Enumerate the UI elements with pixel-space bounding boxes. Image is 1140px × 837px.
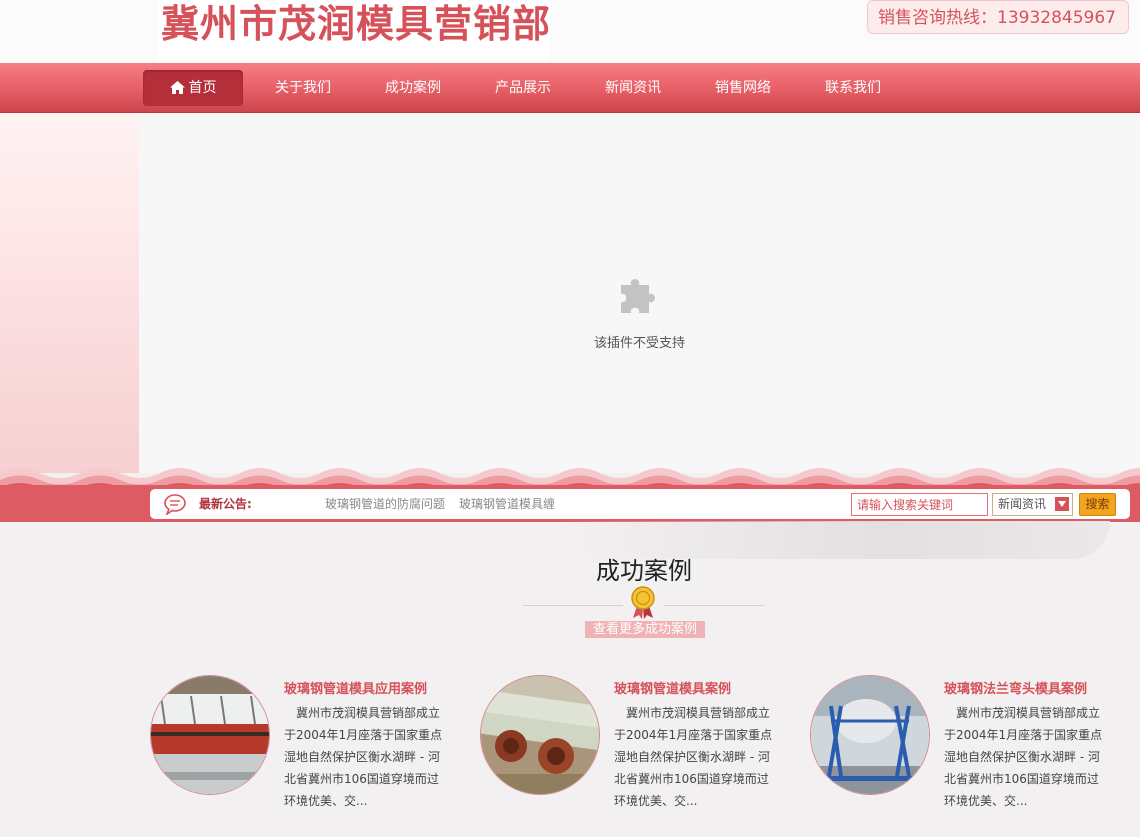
case-title[interactable]: 玻璃钢法兰弯头模具案例: [944, 678, 1087, 697]
divider: [523, 605, 623, 606]
case-description: 冀州市茂润模具营销部成立于2004年1月座落于国家重点湿地自然保护区衡水湖畔 -…: [614, 706, 773, 808]
home-icon: [169, 81, 185, 94]
case-title[interactable]: 玻璃钢管道模具案例: [614, 678, 731, 697]
case-image[interactable]: [810, 675, 930, 795]
nav-item-home[interactable]: 首页: [143, 70, 243, 106]
puzzle-piece-icon: [621, 279, 655, 313]
chevron-down-icon: [1055, 497, 1069, 511]
banner-left-decoration: [0, 113, 139, 473]
notice-item[interactable]: 玻璃钢管道的防腐问题: [325, 489, 450, 519]
search-category-value: 新闻资讯: [998, 497, 1047, 511]
medal-icon: [631, 586, 655, 619]
notice-bar: 最新公告: 玻璃钢管道的防腐问题 玻璃钢管道模具缠 新闻资讯 搜索: [150, 489, 1130, 519]
case-image[interactable]: [480, 675, 600, 795]
case-card[interactable]: 玻璃钢法兰弯头模具案例 冀州市茂润模具营销部成立于2004年1月座落于国家重点湿…: [810, 675, 1110, 815]
nav-item-cases[interactable]: 成功案例: [363, 70, 463, 106]
sales-hotline: 销售咨询热线：13932845967: [867, 0, 1129, 34]
site-logo[interactable]: 冀州市茂润模具营销部: [158, 0, 550, 60]
case-card[interactable]: 玻璃钢管道模具应用案例 冀州市茂润模具营销部成立于2004年1月座落于国家重点湿…: [150, 675, 450, 815]
notice-label: 最新公告:: [199, 497, 252, 511]
case-description: 冀州市茂润模具营销部成立于2004年1月座落于国家重点湿地自然保护区衡水湖畔 -…: [284, 706, 443, 808]
nav-item-products[interactable]: 产品展示: [473, 70, 573, 106]
nav-item-contact[interactable]: 联系我们: [803, 70, 903, 106]
banner-plugin-area: 该插件不受支持: [139, 113, 1140, 473]
case-description: 冀州市茂润模具营销部成立于2004年1月座落于国家重点湿地自然保护区衡水湖畔 -…: [944, 706, 1103, 808]
nav-item-news[interactable]: 新闻资讯: [583, 70, 683, 106]
site-header: 冀州市茂润模具营销部 销售咨询热线：13932845967: [0, 0, 1140, 63]
section-title: 成功案例: [596, 557, 692, 585]
search-input[interactable]: [851, 493, 988, 516]
search-category-select[interactable]: 新闻资讯: [992, 493, 1073, 516]
case-title[interactable]: 玻璃钢管道模具应用案例: [284, 678, 427, 697]
notice-item[interactable]: 玻璃钢管道模具缠: [459, 489, 561, 519]
view-more-cases-link[interactable]: 查看更多成功案例: [585, 621, 705, 638]
nav-item-sales-network[interactable]: 销售网络: [693, 70, 793, 106]
divider: [664, 605, 764, 606]
search-button[interactable]: 搜索: [1079, 493, 1116, 516]
speech-bubble-icon: [164, 494, 186, 515]
nav-item-about[interactable]: 关于我们: [253, 70, 353, 106]
main-nav: 首页 关于我们 成功案例 产品展示 新闻资讯 销售网络 联系我们: [0, 63, 1140, 113]
plugin-unsupported-message: 该插件不受支持: [593, 336, 685, 351]
case-card[interactable]: 玻璃钢管道模具案例 冀州市茂润模具营销部成立于2004年1月座落于国家重点湿地自…: [480, 675, 780, 815]
case-image[interactable]: [150, 675, 270, 795]
nav-item-label: 首页: [188, 80, 217, 96]
